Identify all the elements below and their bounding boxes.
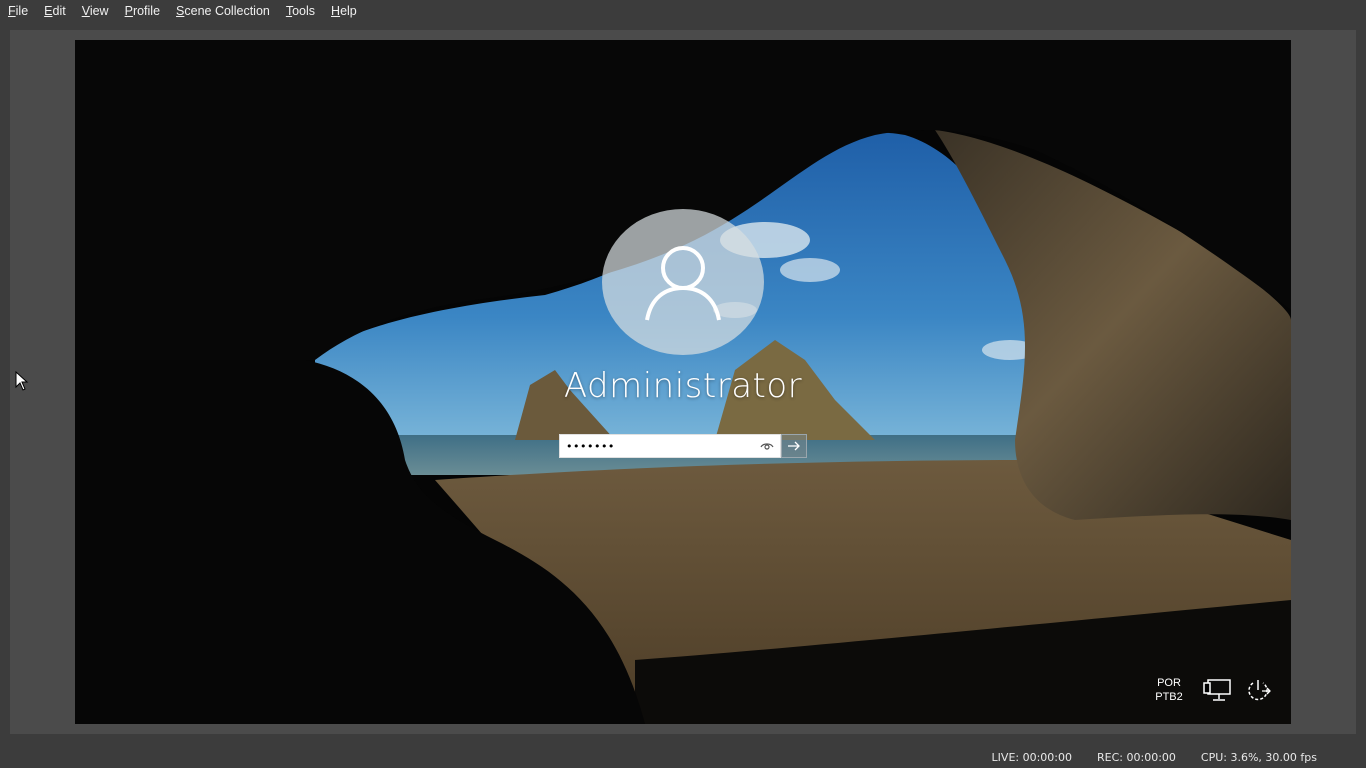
menu-bar: File Edit View Profile Scene Collection …: [0, 0, 1366, 22]
arrow-right-icon: [788, 441, 800, 451]
menu-edit[interactable]: Edit: [36, 0, 74, 22]
menu-scene-collection[interactable]: Scene Collection: [168, 0, 278, 22]
power-button[interactable]: [1243, 677, 1273, 703]
preview-canvas[interactable]: Administrator POR PTB2: [75, 40, 1291, 724]
rec-status: REC: 00:00:00: [1097, 750, 1176, 764]
password-input[interactable]: [559, 434, 781, 458]
username-label: Administrator: [563, 366, 803, 406]
live-status: LIVE: 00:00:00: [991, 750, 1073, 764]
menu-file[interactable]: File: [0, 0, 36, 22]
preview-area[interactable]: Administrator POR PTB2: [10, 30, 1356, 734]
language-indicator[interactable]: POR PTB2: [1145, 676, 1193, 704]
language-code: POR: [1157, 677, 1181, 689]
menu-help[interactable]: Help: [323, 0, 365, 22]
power-icon: [1248, 680, 1271, 701]
password-box: [559, 434, 807, 458]
cpu-status: CPU: 3.6%, 30.00 fps: [1200, 750, 1317, 764]
status-bar: LIVE: 00:00:00 REC: 00:00:00 CPU: 3.6%, …: [0, 746, 1366, 768]
submit-button[interactable]: [781, 434, 807, 458]
user-icon: [645, 246, 721, 321]
menu-profile[interactable]: Profile: [117, 0, 168, 22]
lockscreen-tray: POR PTB2: [1145, 670, 1273, 710]
keyboard-layout: PTB2: [1155, 691, 1183, 703]
menu-tools[interactable]: Tools: [278, 0, 323, 22]
eye-icon: [760, 443, 774, 450]
network-button[interactable]: [1203, 677, 1233, 703]
mouse-cursor-icon: [15, 371, 29, 391]
network-icon: [1203, 679, 1231, 701]
user-avatar: [602, 209, 764, 355]
menu-view[interactable]: View: [74, 0, 117, 22]
reveal-password-button[interactable]: [757, 437, 777, 455]
